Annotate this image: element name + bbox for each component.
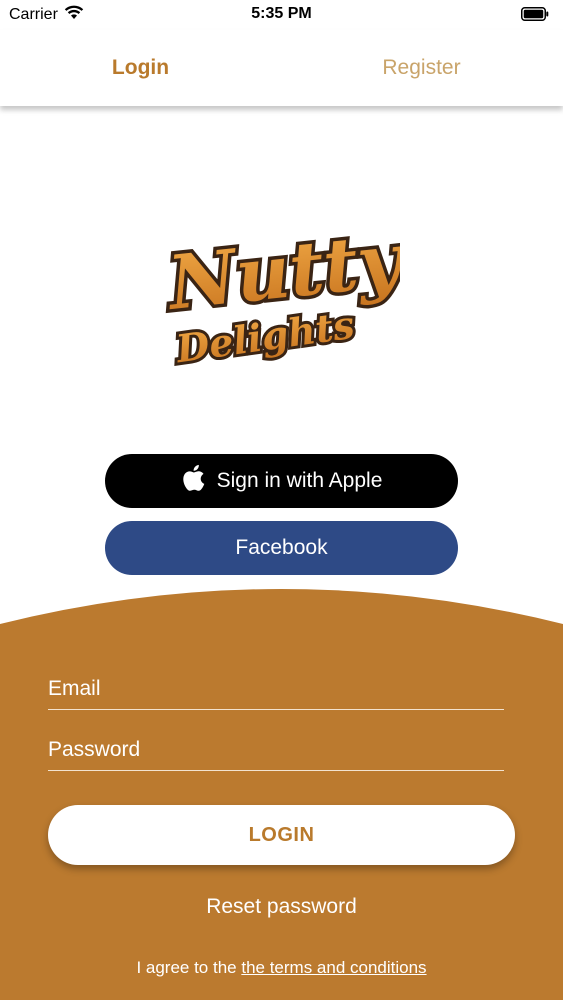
terms-agreement: I agree to the the terms and conditions [0, 958, 563, 978]
clock: 5:35 PM [251, 5, 312, 22]
login-form-panel [0, 588, 563, 1000]
terms-prefix: I agree to the [136, 958, 242, 977]
sign-in-with-apple-button[interactable]: Sign in with Apple [105, 454, 458, 508]
password-field[interactable]: Password [48, 722, 504, 771]
status-bar: Carrier 5:35 PM [0, 0, 563, 30]
facebook-button-label: Facebook [235, 536, 328, 559]
tab-register[interactable]: Register [281, 30, 562, 106]
auth-tab-bar: Login Register [0, 30, 563, 106]
facebook-login-button[interactable]: Facebook [105, 521, 458, 575]
terms-and-conditions-link[interactable]: the terms and conditions [241, 958, 426, 977]
apple-icon [181, 464, 205, 498]
tab-login[interactable]: Login [0, 30, 281, 106]
email-placeholder: Email [48, 677, 101, 700]
password-placeholder: Password [48, 738, 141, 761]
email-field[interactable]: Email [48, 661, 504, 710]
nutty-delights-logo: Nutty Delights [159, 213, 413, 375]
battery-icon [521, 7, 549, 21]
reset-password-link[interactable]: Reset password [0, 895, 563, 919]
apple-button-label: Sign in with Apple [216, 469, 383, 492]
login-button[interactable]: LOGIN [48, 805, 515, 865]
